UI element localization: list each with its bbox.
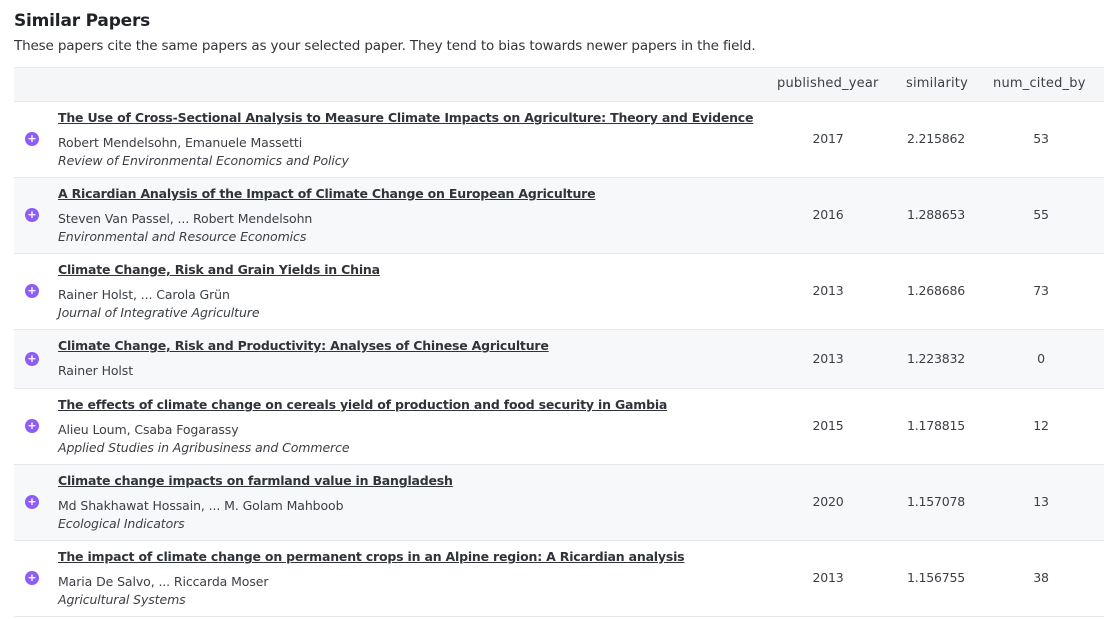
add-paper-icon[interactable]: + xyxy=(25,352,39,366)
add-paper-icon[interactable]: + xyxy=(25,571,39,585)
section-subtitle: These papers cite the same papers as you… xyxy=(14,38,756,54)
similarity-cell: 1.178815 xyxy=(906,418,966,433)
table-row: + Climate change impacts on farmland val… xyxy=(14,465,1104,541)
paper-authors: Maria De Salvo, ... Riccarda Moser xyxy=(58,574,269,589)
add-paper-icon[interactable]: + xyxy=(25,132,39,146)
paper-authors: Md Shakhawat Hossain, ... M. Golam Mahbo… xyxy=(58,498,344,513)
paper-title-link[interactable]: The effects of climate change on cereals… xyxy=(58,397,667,412)
num-cited-by-cell: 38 xyxy=(1033,570,1049,585)
num-cited-by-cell: 13 xyxy=(1033,494,1049,509)
published-year-cell: 2013 xyxy=(812,351,844,366)
table-header: published_year similarity num_cited_by xyxy=(14,68,1104,102)
paper-authors: Rainer Holst, ... Carola Grün xyxy=(58,287,230,302)
table-row: + The impact of climate change on perman… xyxy=(14,541,1104,617)
similarity-cell: 1.156755 xyxy=(906,570,966,585)
published-year-cell: 2013 xyxy=(812,570,844,585)
paper-venue: Environmental and Resource Economics xyxy=(58,229,307,244)
paper-title-link[interactable]: Climate Change, Risk and Productivity: A… xyxy=(58,338,549,353)
paper-title-link[interactable]: Climate Change, Risk and Grain Yields in… xyxy=(58,262,380,277)
paper-authors: Robert Mendelsohn, Emanuele Massetti xyxy=(58,135,303,150)
column-header-num-cited-by[interactable]: num_cited_by xyxy=(993,76,1086,91)
paper-venue: Ecological Indicators xyxy=(58,516,185,531)
column-header-similarity[interactable]: similarity xyxy=(906,76,968,91)
num-cited-by-cell: 55 xyxy=(1033,207,1049,222)
add-paper-icon[interactable]: + xyxy=(25,419,39,433)
paper-authors: Rainer Holst xyxy=(58,363,134,378)
paper-venue: Review of Environmental Economics and Po… xyxy=(58,153,349,168)
column-header-published-year[interactable]: published_year xyxy=(777,76,879,91)
section-title: Similar Papers xyxy=(14,11,151,31)
papers-table: published_year similarity num_cited_by +… xyxy=(14,67,1104,617)
similarity-cell: 2.215862 xyxy=(906,131,966,146)
add-paper-icon[interactable]: + xyxy=(25,284,39,298)
paper-title-link[interactable]: The Use of Cross-Sectional Analysis to M… xyxy=(58,110,754,125)
paper-authors: Steven Van Passel, ... Robert Mendelsohn xyxy=(58,211,313,226)
table-row: + Climate Change, Risk and Productivity:… xyxy=(14,330,1104,389)
similar-papers-panel: Similar Papers These papers cite the sam… xyxy=(0,0,1114,619)
similarity-cell: 1.288653 xyxy=(906,207,966,222)
table-row: + Climate Change, Risk and Grain Yields … xyxy=(14,254,1104,330)
add-paper-icon[interactable]: + xyxy=(25,208,39,222)
paper-title-link[interactable]: The impact of climate change on permanen… xyxy=(58,549,685,564)
table-row: + The Use of Cross-Sectional Analysis to… xyxy=(14,102,1104,178)
published-year-cell: 2017 xyxy=(812,131,844,146)
published-year-cell: 2020 xyxy=(812,494,844,509)
published-year-cell: 2015 xyxy=(812,418,844,433)
num-cited-by-cell: 12 xyxy=(1033,418,1049,433)
paper-title-link[interactable]: Climate change impacts on farmland value… xyxy=(58,473,453,488)
num-cited-by-cell: 0 xyxy=(1037,351,1045,366)
paper-title-link[interactable]: A Ricardian Analysis of the Impact of Cl… xyxy=(58,186,596,201)
num-cited-by-cell: 73 xyxy=(1033,283,1049,298)
num-cited-by-cell: 53 xyxy=(1033,131,1049,146)
add-paper-icon[interactable]: + xyxy=(25,495,39,509)
table-row: + A Ricardian Analysis of the Impact of … xyxy=(14,178,1104,254)
published-year-cell: 2016 xyxy=(812,207,844,222)
similarity-cell: 1.223832 xyxy=(906,351,966,366)
similarity-cell: 1.157078 xyxy=(906,494,966,509)
paper-venue: Applied Studies in Agribusiness and Comm… xyxy=(58,440,350,455)
paper-authors: Alieu Loum, Csaba Fogarassy xyxy=(58,422,239,437)
paper-venue: Agricultural Systems xyxy=(58,592,186,607)
similarity-cell: 1.268686 xyxy=(906,283,966,298)
paper-venue: Journal of Integrative Agriculture xyxy=(58,305,260,320)
published-year-cell: 2013 xyxy=(812,283,844,298)
table-row: + The effects of climate change on cerea… xyxy=(14,389,1104,465)
